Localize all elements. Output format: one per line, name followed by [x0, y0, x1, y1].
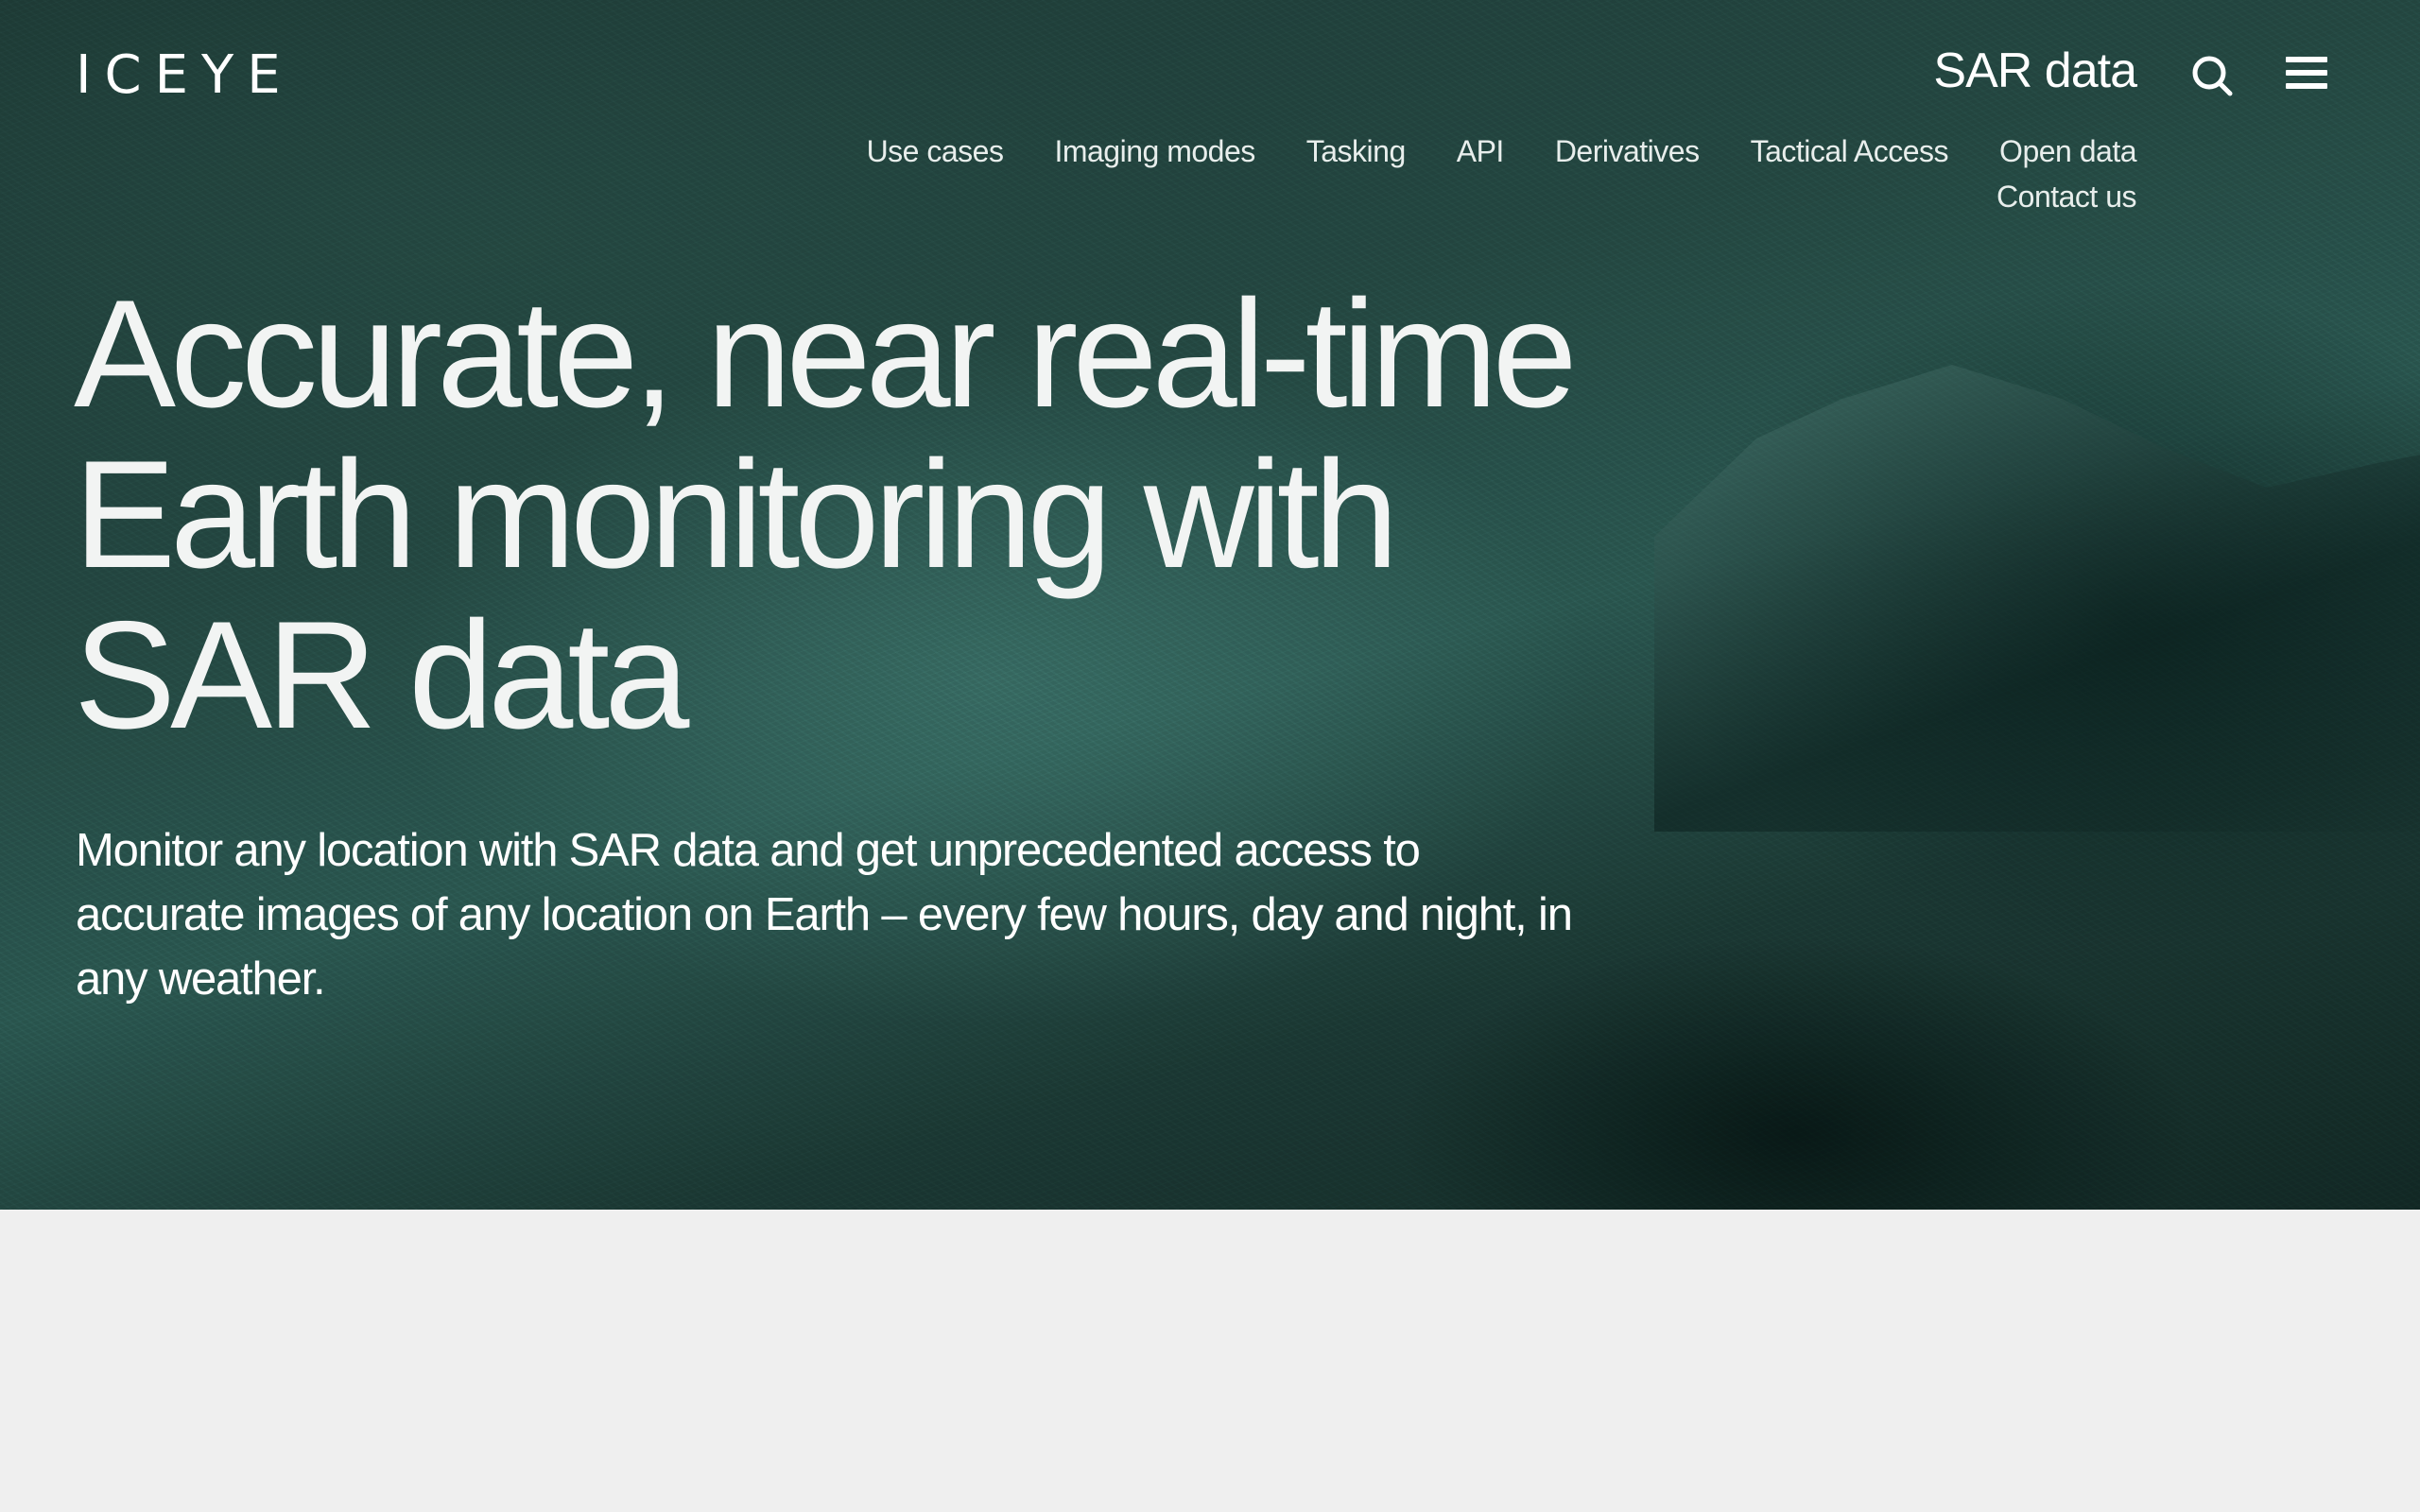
hamburger-menu-icon[interactable] — [2286, 57, 2327, 94]
subnav-item-open-data[interactable]: Open data — [1999, 129, 2136, 174]
hero-section: ICEYE SAR data Use cases Imaging modes T… — [0, 0, 2420, 1210]
hero-lede: Monitor any location with SAR data and g… — [76, 825, 1573, 1005]
subnav-item-derivatives[interactable]: Derivatives — [1555, 129, 1700, 174]
search-icon[interactable] — [2191, 55, 2233, 96]
page-content-area — [0, 1210, 2420, 1512]
subnav-item-imaging-modes[interactable]: Imaging modes — [1054, 129, 1255, 174]
subnav-row-2: Contact us — [718, 174, 2136, 219]
subnav-item-tactical-access[interactable]: Tactical Access — [1751, 129, 1949, 174]
subnav-item-tasking[interactable]: Tasking — [1306, 129, 1407, 174]
section-subnav: Use cases Imaging modes Tasking API Deri… — [718, 129, 2137, 219]
subnav-item-api[interactable]: API — [1457, 129, 1505, 174]
subnav-row-1: Use cases Imaging modes Tasking API Deri… — [718, 129, 2137, 174]
iceye-logo[interactable]: ICEYE — [76, 49, 294, 102]
subnav-item-use-cases[interactable]: Use cases — [867, 129, 1004, 174]
hero-headline: Accurate, near real-time Earth monitorin… — [74, 268, 1578, 761]
section-title-link[interactable]: SAR data — [1933, 42, 2137, 100]
subnav-item-contact-us[interactable]: Contact us — [1996, 174, 2136, 219]
